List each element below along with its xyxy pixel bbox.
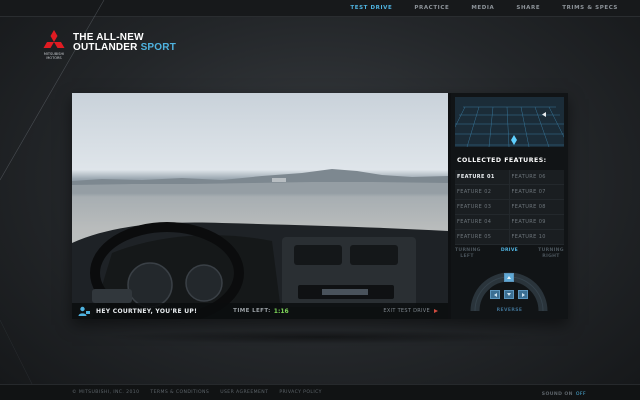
video-status-bar: HEY COURTNEY, YOU'RE UP! TIME LEFT: 1:16… xyxy=(72,303,448,319)
turning-left-label: TURNING LEFT xyxy=(455,248,481,259)
top-nav: TEST DRIVE PRACTICE MEDIA SHARE TRIMS & … xyxy=(0,0,640,17)
nav-item-share[interactable]: SHARE xyxy=(516,5,540,11)
privacy-policy-link[interactable]: PRIVACY POLICY xyxy=(279,390,321,395)
sound-on-label[interactable]: SOUND ON xyxy=(542,392,573,397)
exit-test-drive-link[interactable]: EXIT TEST DRIVE xyxy=(383,308,430,314)
copyright-text: © MITSUBISHI, INC. 2010 xyxy=(72,390,140,395)
sound-toggle[interactable]: SOUND ON OFF xyxy=(470,391,586,397)
course-radar-map xyxy=(455,97,564,147)
collected-features-title: COLLECTED FEATURES: xyxy=(457,157,547,164)
arrow-right-button[interactable] xyxy=(518,290,528,299)
drive-video[interactable]: HEY COURTNEY, YOU'RE UP! TIME LEFT: 1:16… xyxy=(72,93,448,319)
logo-caption: MITSUBISHI MOTORS xyxy=(43,52,65,60)
user-agreement-link[interactable]: USER AGREEMENT xyxy=(220,390,268,395)
terms-link[interactable]: TERMS & CONDITIONS xyxy=(150,390,209,395)
feature-09[interactable]: FEATURE 09 xyxy=(509,215,564,230)
side-panel: COLLECTED FEATURES: FEATURE 01 FEATURE 0… xyxy=(451,93,568,319)
feature-05[interactable]: FEATURE 05 xyxy=(455,230,510,245)
drive-controls: TURNING LEFT DRIVE TURNING RIGHT REVERSE xyxy=(455,248,564,315)
arrow-down-button[interactable] xyxy=(504,290,514,299)
sound-off-label[interactable]: OFF xyxy=(576,392,586,397)
time-left-label: TIME LEFT: xyxy=(233,308,271,314)
arrow-up-button[interactable] xyxy=(504,273,514,282)
steering-wheel-icon xyxy=(470,272,548,312)
turning-right-label: TURNING RIGHT xyxy=(538,248,564,259)
red-arrow-icon[interactable] xyxy=(434,309,438,313)
reverse-label: REVERSE xyxy=(496,308,523,313)
arrow-left-button[interactable] xyxy=(490,290,500,299)
nav-item-practice[interactable]: PRACTICE xyxy=(414,5,449,11)
drive-label: DRIVE xyxy=(500,248,519,253)
feature-10[interactable]: FEATURE 10 xyxy=(509,230,564,245)
feature-07[interactable]: FEATURE 07 xyxy=(509,185,564,200)
title-model-accent: SPORT xyxy=(140,42,177,53)
title-model: OUTLANDER xyxy=(73,42,138,53)
title-line-2: OUTLANDER SPORT xyxy=(73,43,176,53)
driver-greeting: HEY COURTNEY, YOU'RE UP! xyxy=(96,307,198,315)
footer: © MITSUBISHI, INC. 2010 TERMS & CONDITIO… xyxy=(0,384,640,400)
feature-03[interactable]: FEATURE 03 xyxy=(455,200,510,215)
page-title: THE ALL-NEW OUTLANDER SPORT xyxy=(73,33,176,53)
user-icon xyxy=(78,306,90,316)
feature-01[interactable]: FEATURE 01 xyxy=(455,170,510,185)
time-left-value: 1:16 xyxy=(273,307,289,315)
feature-04[interactable]: FEATURE 04 xyxy=(455,215,510,230)
stage-reflection xyxy=(100,330,540,344)
test-drive-stage: HEY COURTNEY, YOU'RE UP! TIME LEFT: 1:16… xyxy=(72,93,568,319)
mountains-backdrop xyxy=(72,169,448,193)
nav-item-test-drive[interactable]: TEST DRIVE xyxy=(350,5,392,11)
nav-item-trims-specs[interactable]: TRIMS & SPECS xyxy=(562,5,618,11)
features-grid: FEATURE 01 FEATURE 06 FEATURE 02 FEATURE… xyxy=(455,170,564,245)
feature-06[interactable]: FEATURE 06 xyxy=(509,170,564,185)
nav-item-media[interactable]: MEDIA xyxy=(471,5,494,11)
feature-08[interactable]: FEATURE 08 xyxy=(509,200,564,215)
feature-02[interactable]: FEATURE 02 xyxy=(455,185,510,200)
